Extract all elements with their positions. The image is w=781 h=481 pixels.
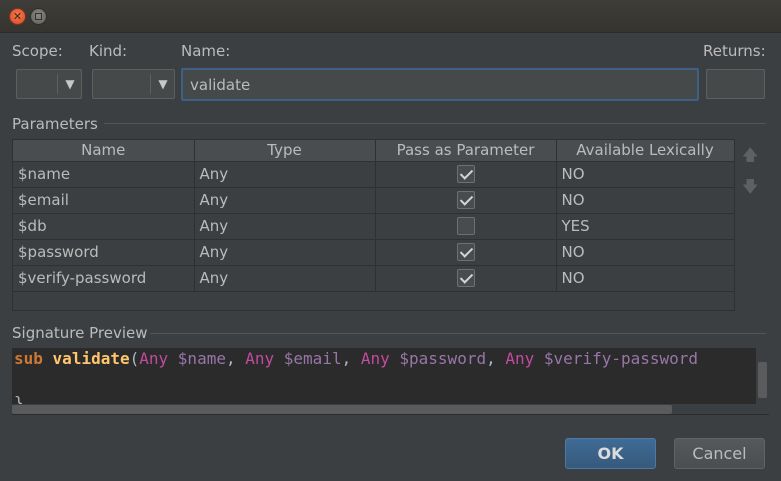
close-icon[interactable]: ✕: [9, 8, 26, 25]
table-row[interactable]: $db Any YES: [13, 213, 735, 240]
name-label: Name:: [181, 42, 231, 60]
pass-checkbox[interactable]: [456, 217, 475, 236]
lexical-cell: NO: [556, 161, 735, 188]
table-header-row: Name Type Pass as Parameter Available Le…: [13, 140, 735, 162]
param-type-cell[interactable]: Any: [194, 213, 376, 240]
kind-combo[interactable]: ▼: [92, 69, 175, 99]
pass-cell: [375, 213, 557, 240]
table-row[interactable]: $email Any NO: [13, 187, 735, 214]
pass-checkbox[interactable]: [456, 243, 475, 262]
param-type-cell[interactable]: Any: [194, 161, 376, 188]
horizontal-scroll-thumb[interactable]: [12, 405, 672, 414]
scope-label: Scope:: [12, 42, 63, 60]
param-name-cell[interactable]: $password: [13, 239, 195, 266]
pass-checkbox[interactable]: [456, 269, 475, 288]
table-row[interactable]: $password Any NO: [13, 239, 735, 266]
param-type-cell[interactable]: Any: [194, 239, 376, 266]
signature-line: sub validate(Any $name, Any $email, Any …: [14, 349, 699, 368]
name-input[interactable]: [181, 68, 699, 101]
column-header-pass[interactable]: Pass as Parameter: [375, 140, 557, 162]
table-side-toolbar: 🡅 🡇: [735, 139, 766, 311]
column-header-type[interactable]: Type: [194, 140, 376, 162]
signature-preview-label: Signature Preview: [12, 324, 148, 342]
pass-cell: [375, 265, 557, 292]
kind-label: Kind:: [89, 42, 128, 60]
column-header-lexical[interactable]: Available Lexically: [556, 140, 735, 162]
pass-cell: [375, 239, 557, 266]
lexical-cell: NO: [556, 187, 735, 214]
cancel-button[interactable]: Cancel: [674, 438, 765, 469]
code-function-name: validate: [52, 349, 130, 368]
parameters-table: Name Type Pass as Parameter Available Le…: [12, 139, 735, 311]
maximize-icon[interactable]: [30, 8, 47, 25]
param-type-cell[interactable]: Any: [194, 187, 376, 214]
arrow-up-icon[interactable]: 🡅: [742, 147, 758, 163]
chevron-down-icon[interactable]: ▼: [58, 70, 82, 98]
signature-preview[interactable]: sub validate(Any $name, Any $email, Any …: [12, 348, 769, 415]
vertical-scrollbar[interactable]: [756, 348, 769, 404]
column-header-name[interactable]: Name: [13, 140, 195, 162]
pass-cell: [375, 187, 557, 214]
lexical-cell: YES: [556, 213, 735, 240]
horizontal-scrollbar[interactable]: [12, 404, 769, 414]
code-keyword: sub: [14, 349, 43, 368]
vertical-scroll-thumb[interactable]: [758, 362, 767, 398]
param-name-cell[interactable]: $verify-password: [13, 265, 195, 292]
window-titlebar: ✕: [0, 0, 781, 33]
param-type-cell[interactable]: Any: [194, 265, 376, 292]
param-name-cell[interactable]: $db: [13, 213, 195, 240]
lexical-cell: NO: [556, 239, 735, 266]
param-name-cell[interactable]: $email: [13, 187, 195, 214]
signature-divider: [150, 333, 766, 334]
pass-checkbox[interactable]: [456, 191, 475, 210]
arrow-down-icon[interactable]: 🡇: [742, 179, 758, 195]
pass-cell: [375, 161, 557, 188]
ok-button[interactable]: OK: [565, 438, 656, 469]
table-row[interactable]: $name Any NO: [13, 161, 735, 188]
returns-label: Returns:: [703, 42, 766, 60]
table-row[interactable]: $verify-password Any NO: [13, 265, 735, 292]
parameters-section-label: Parameters: [12, 115, 98, 133]
pass-checkbox[interactable]: [456, 165, 475, 184]
lexical-cell: NO: [556, 265, 735, 292]
param-name-cell[interactable]: $name: [13, 161, 195, 188]
returns-input[interactable]: [706, 69, 765, 99]
chevron-down-icon[interactable]: ▼: [151, 70, 175, 98]
scope-combo[interactable]: ▼: [16, 69, 82, 99]
parameters-divider: [104, 123, 766, 124]
